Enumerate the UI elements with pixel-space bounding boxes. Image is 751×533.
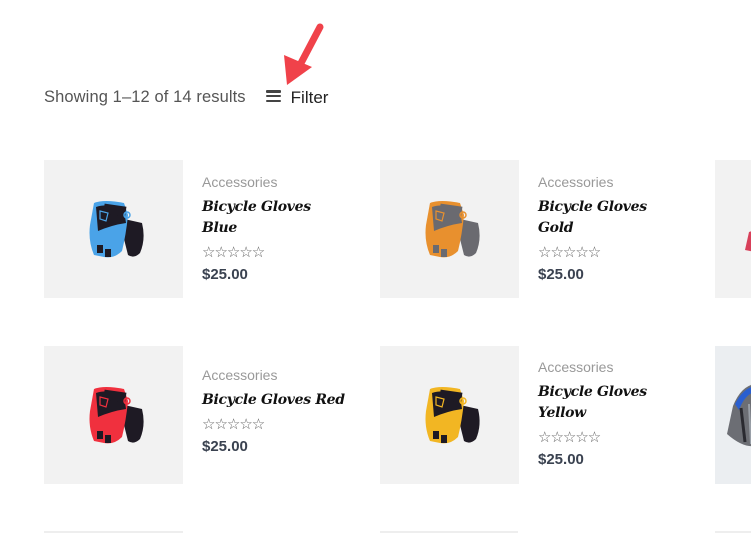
gold-glove-image[interactable]: [380, 160, 519, 298]
product-category[interactable]: Accessories: [538, 358, 688, 376]
star-rating: ☆☆☆☆☆: [202, 244, 265, 261]
filter-label: Filter: [290, 88, 329, 107]
red-pointer-arrow-icon: [284, 23, 324, 85]
glove-shape: [96, 431, 103, 439]
helmet-partial-image[interactable]: [715, 346, 751, 484]
product-category[interactable]: Accessories: [538, 173, 688, 191]
product-card[interactable]: Accessories Bicycle Gloves Gold ☆☆☆☆☆ $2…: [380, 160, 700, 300]
product-title[interactable]: Bicycle Gloves Yellow: [538, 382, 656, 424]
shop-toolbar: Showing 1–12 of 14 results Filter: [44, 86, 328, 108]
glove-shape: [440, 249, 447, 257]
star-rating: ☆☆☆☆☆: [538, 429, 601, 446]
product-title[interactable]: Bicycle Gloves Red: [202, 390, 362, 411]
product-card[interactable]: Accessories Bicycle Gloves Red ☆☆☆☆☆ $25…: [44, 346, 364, 486]
product-price: $25.00: [202, 438, 248, 455]
glove-shape: [96, 245, 103, 253]
red-product-partial-image[interactable]: [715, 160, 751, 298]
yellow-glove-image[interactable]: [380, 346, 519, 484]
product-category[interactable]: Accessories: [202, 366, 352, 384]
product-category[interactable]: Accessories: [202, 173, 352, 191]
star-rating: ☆☆☆☆☆: [538, 244, 601, 261]
filter-button[interactable]: Filter: [265, 88, 329, 108]
star-rating: ☆☆☆☆☆: [202, 416, 265, 433]
glove-shape: [104, 435, 111, 443]
product-card[interactable]: Accessories Bicycle Gloves Yellow ☆☆☆☆☆ …: [380, 346, 700, 486]
glove-shape: [104, 249, 111, 257]
result-count: Showing 1–12 of 14 results: [44, 87, 246, 106]
glove-shape: [459, 405, 480, 443]
glove-icon: [89, 387, 144, 444]
product-card[interactable]: Accessories Bicycle Gloves Blue ☆☆☆☆☆ $2…: [44, 160, 364, 300]
blue-glove-image[interactable]: [44, 160, 183, 298]
glove-shape: [459, 219, 480, 257]
glove-shape: [440, 435, 447, 443]
product-title[interactable]: Bicycle Gloves Blue: [202, 197, 320, 239]
glove-shape: [432, 245, 439, 253]
hamburger-menu-icon: [265, 90, 281, 102]
product-title[interactable]: Bicycle Gloves Gold: [538, 197, 656, 239]
glove-shape: [123, 219, 144, 257]
product-price: $25.00: [538, 266, 584, 283]
product-card-partial[interactable]: [715, 346, 751, 486]
glove-shape: [432, 431, 439, 439]
helmet-icon: [727, 385, 751, 447]
glove-icon: [425, 201, 480, 258]
product-price: $25.00: [202, 266, 248, 283]
red-product-shape-icon: [745, 231, 751, 252]
glove-shape: [123, 405, 144, 443]
red-glove-image[interactable]: [44, 346, 183, 484]
product-price: $25.00: [538, 451, 584, 468]
product-card-partial[interactable]: [715, 160, 751, 300]
glove-icon: [425, 387, 480, 444]
glove-icon: [89, 201, 144, 258]
